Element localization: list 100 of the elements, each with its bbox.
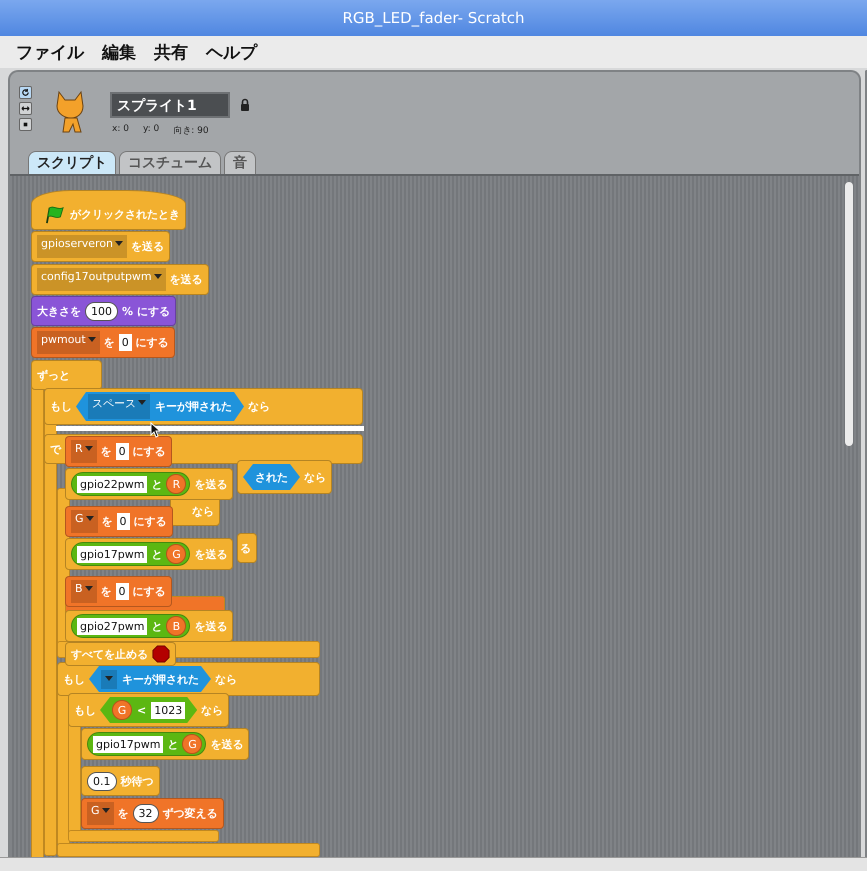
text-field[interactable]: gpio17pwm (77, 546, 148, 562)
block-label: を (100, 584, 112, 599)
block-label: キーが押された (122, 672, 199, 686)
block-label: ずっと (37, 368, 70, 382)
script-block[interactable]: gpio22pwm と R を送る (65, 468, 234, 500)
number-field[interactable]: 0 (116, 583, 129, 600)
caret-icon (154, 274, 162, 279)
rotation-style-button[interactable] (19, 86, 32, 99)
tab[interactable]: コスチューム (119, 151, 221, 174)
script-block[interactable]: pwmout を 0 にする (31, 327, 175, 358)
reporter-block[interactable]: gpio17pwm と G (71, 542, 190, 566)
script-block[interactable]: G を 32 ずつ変える (81, 798, 224, 829)
rotation-style-button[interactable] (19, 102, 32, 115)
boolean-block[interactable]: G < 1023 (100, 697, 198, 723)
block-label: がクリックされたとき (70, 207, 180, 222)
script-block[interactable]: gpio27pwm と B を送る (65, 610, 234, 642)
direction: 向き: 90 (173, 124, 209, 137)
caret-icon (88, 337, 96, 342)
block-label: を (104, 335, 115, 350)
script-block[interactable]: もし G < 1023 なら (68, 693, 230, 727)
block-label: と (151, 546, 162, 562)
caret-icon (115, 241, 124, 246)
dropdown-menu[interactable]: R (71, 440, 97, 463)
block-label: % (122, 304, 134, 318)
number-field[interactable]: 0 (116, 443, 129, 460)
dropdown-menu[interactable]: pwmout (37, 331, 100, 354)
block-label: ずつ変える (162, 806, 218, 821)
block-label: なら (304, 470, 326, 484)
block-label: を (102, 514, 113, 529)
block-label: を送る (131, 239, 164, 254)
block-label: にする (132, 584, 166, 599)
reporter-block[interactable]: gpio22pwm と R (71, 472, 190, 496)
y-position: y: 0 (142, 124, 160, 136)
caret-icon (105, 676, 113, 680)
boolean-block[interactable]: スペース キーが押された (76, 392, 244, 421)
caret-icon (138, 400, 146, 405)
number-field[interactable]: 0 (116, 513, 130, 530)
rotate-icon (21, 88, 30, 97)
block-label: と (151, 476, 162, 492)
block-label: にする (137, 304, 170, 318)
menu-item[interactable]: 編集 (102, 40, 136, 64)
block-label: を送る (194, 546, 228, 562)
block-label: と (151, 618, 162, 634)
block-label: る (240, 540, 251, 556)
lock-icon[interactable] (240, 98, 250, 112)
block-label: にする (134, 514, 167, 529)
square-icon (21, 120, 30, 129)
caret-icon (102, 808, 110, 813)
block-label: < (137, 704, 146, 716)
script-block[interactable]: G を 0 にする (65, 506, 173, 537)
dropdown-menu[interactable] (101, 670, 117, 688)
cursor-icon (150, 422, 160, 438)
window-title: RGB_LED_fader- Scratch (0, 0, 867, 36)
block-label: キーが押された (155, 399, 232, 414)
number-field[interactable]: 0.1 (87, 772, 116, 790)
block-label: と (167, 736, 178, 752)
script-block[interactable]: B を 0 にする (65, 576, 172, 607)
block-label: を送る (210, 736, 244, 752)
rotation-style-button[interactable] (19, 118, 32, 131)
dropdown-menu[interactable]: G (87, 802, 114, 825)
tab[interactable]: スクリプト (28, 151, 116, 174)
dropdown-menu[interactable]: スペース (88, 394, 150, 419)
menu-item[interactable]: ファイル (16, 40, 84, 64)
dropdown-menu[interactable]: B (71, 580, 97, 603)
text-field[interactable]: gpio17pwm (93, 736, 164, 752)
block-label: を (100, 444, 112, 459)
block-label: なら (248, 399, 270, 414)
stop-icon[interactable] (152, 645, 170, 663)
block-label: すべてを止める (71, 646, 148, 662)
block-label: にする (136, 335, 169, 350)
number-field[interactable]: 32 (132, 804, 159, 823)
sprite-name-field[interactable]: スプライト1 (110, 92, 230, 118)
tab[interactable]: 音 (224, 151, 256, 174)
x-position: x: 0 (112, 124, 129, 136)
caret-icon (84, 446, 93, 451)
block-label: を送る (170, 272, 203, 287)
text-field[interactable]: gpio27pwm (77, 618, 148, 634)
text-field[interactable]: gpio22pwm (77, 476, 148, 492)
caret-icon (86, 516, 94, 521)
script-block[interactable]: R を 0 にする (65, 436, 172, 467)
script-block[interactable]: 大きさを 100 % にする (31, 296, 176, 326)
script-block[interactable]: gpio17pwm と G を送る (81, 728, 250, 760)
block-label: された (255, 470, 288, 484)
script-block[interactable]: もし スペース キーが押された なら (44, 388, 363, 425)
menu-item[interactable]: 共有 (154, 40, 188, 64)
block-label: なら (201, 702, 224, 718)
flag-icon (44, 206, 66, 224)
block-label: を送る (194, 618, 228, 634)
number-field[interactable]: 100 (85, 302, 118, 320)
script-block[interactable]: gpio17pwm と G を送る (65, 538, 234, 570)
menu-item[interactable]: ヘルプ (206, 40, 257, 64)
number-field[interactable]: 1023 (151, 702, 186, 718)
reporter-block[interactable]: gpio17pwm と G (87, 732, 206, 756)
reporter-block[interactable]: gpio27pwm と B (71, 614, 190, 638)
block-label: で (50, 442, 61, 456)
dropdown-menu[interactable]: G (71, 510, 98, 533)
number-field[interactable]: 0 (118, 334, 132, 351)
block-label: を (118, 806, 129, 821)
block-label: 大きさを (37, 304, 81, 318)
script-block[interactable]: 0.1 秒待つ (81, 766, 160, 796)
